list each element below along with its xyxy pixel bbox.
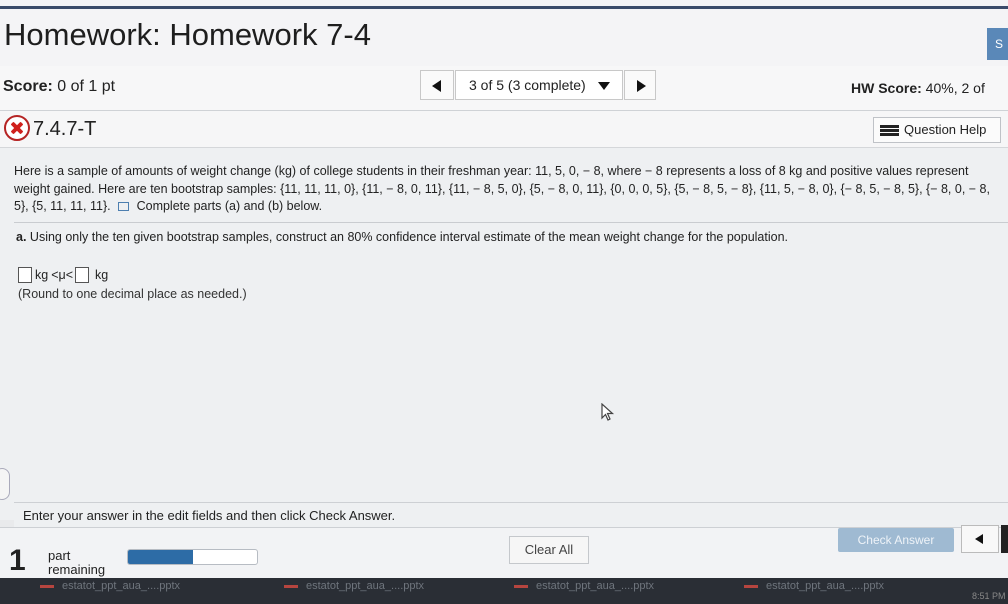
part-a-text: Using only the ten given bootstrap sampl…: [26, 230, 789, 244]
parts-progress-bar: [127, 549, 258, 565]
divider: [14, 222, 1008, 223]
clear-all-button[interactable]: Clear All: [509, 536, 589, 564]
check-answer-button[interactable]: Check Answer: [838, 528, 954, 552]
taskbar-item-label: estatot_ppt_aua_....pptx: [62, 580, 181, 592]
hw-score-value: 40%, 2 of: [921, 80, 985, 96]
taskbar-item[interactable]: estatot_ppt_aua_....pptx: [514, 580, 654, 592]
problem-instruction: Complete parts (a) and (b) below.: [136, 199, 323, 213]
progress-fill: [128, 550, 193, 564]
bottom-bar: 1 part remaining Clear All Check Answer: [0, 525, 1008, 578]
file-icon: [284, 584, 298, 588]
mu-inequality: <μ<: [51, 268, 74, 282]
taskbar-item[interactable]: estatot_ppt_aua_....pptx: [744, 580, 884, 592]
unit-label-1: kg: [35, 268, 49, 282]
file-icon: [744, 584, 758, 588]
question-number: 7.4.7-T: [33, 118, 97, 140]
parts-label-line1: part: [48, 548, 71, 563]
upper-bound-input[interactable]: [75, 267, 90, 283]
part-a-label: a.: [16, 230, 27, 244]
taskbar-item-label: estatot_ppt_aua_....pptx: [536, 580, 655, 592]
answer-row: kg <μ< kg: [18, 266, 108, 284]
score-label: Score:: [3, 78, 53, 95]
file-icon: [514, 584, 528, 588]
score-bar: Score: 0 of 1 pt 3 of 5 (3 complete) HW …: [0, 66, 1008, 111]
taskbar-item[interactable]: estatot_ppt_aua_....pptx: [284, 580, 424, 592]
question-header: 7.4.7-T Question Help: [0, 111, 1008, 148]
title-bar: Homework: Homework 7-4 S: [0, 0, 1008, 66]
unit-label-2: kg: [95, 268, 109, 282]
rounding-note: (Round to one decimal place as needed.): [18, 287, 247, 301]
answer-instruction: Enter your answer in the edit fields and…: [23, 508, 396, 523]
parts-remaining-label: part remaining: [48, 549, 105, 577]
back-button[interactable]: [961, 525, 999, 553]
previous-question-button[interactable]: [420, 70, 454, 100]
corner-button[interactable]: S: [987, 28, 1008, 60]
bar-edge: [1001, 525, 1008, 553]
taskbar: estatot_ppt_aua_....pptx estatot_ppt_aua…: [0, 578, 1008, 604]
instruction-bar: Enter your answer in the edit fields and…: [14, 502, 1008, 527]
score-value: 0 of 1 pt: [52, 78, 116, 95]
part-a-prompt: a. Using only the ten given bootstrap sa…: [16, 230, 788, 244]
file-icon: [40, 584, 54, 588]
taskbar-item-label: estatot_ppt_aua_....pptx: [306, 580, 425, 592]
hw-score: HW Score: 40%, 2 of: [851, 80, 985, 96]
copy-data-icon[interactable]: [118, 202, 130, 212]
question-selector-label: 3 of 5 (3 complete): [469, 77, 586, 93]
side-collapse-handle[interactable]: [0, 468, 10, 500]
taskbar-clock: 8:51 PM: [972, 591, 1006, 601]
taskbar-item[interactable]: estatot_ppt_aua_....pptx: [40, 580, 180, 592]
hw-score-label: HW Score:: [851, 80, 922, 96]
question-help-label: Question Help: [904, 122, 987, 137]
question-selector[interactable]: 3 of 5 (3 complete): [455, 70, 623, 100]
incorrect-x-icon: [4, 115, 30, 141]
taskbar-item-label: estatot_ppt_aua_....pptx: [766, 580, 885, 592]
parts-label-line2: remaining: [48, 562, 106, 577]
question-score: Score: 0 of 1 pt: [3, 78, 115, 96]
list-icon: [880, 125, 899, 136]
page-title: Homework: Homework 7-4: [4, 17, 371, 52]
caret-down-icon: [598, 82, 610, 90]
question-help-button[interactable]: Question Help: [873, 117, 1001, 143]
question-content: Here is a sample of amounts of weight ch…: [0, 148, 1008, 520]
parts-remaining-count: 1: [9, 544, 26, 577]
problem-statement: Here is a sample of amounts of weight ch…: [14, 163, 1004, 216]
next-question-button[interactable]: [624, 70, 656, 100]
top-accent-line: [0, 6, 1008, 9]
lower-bound-input[interactable]: [18, 267, 32, 283]
